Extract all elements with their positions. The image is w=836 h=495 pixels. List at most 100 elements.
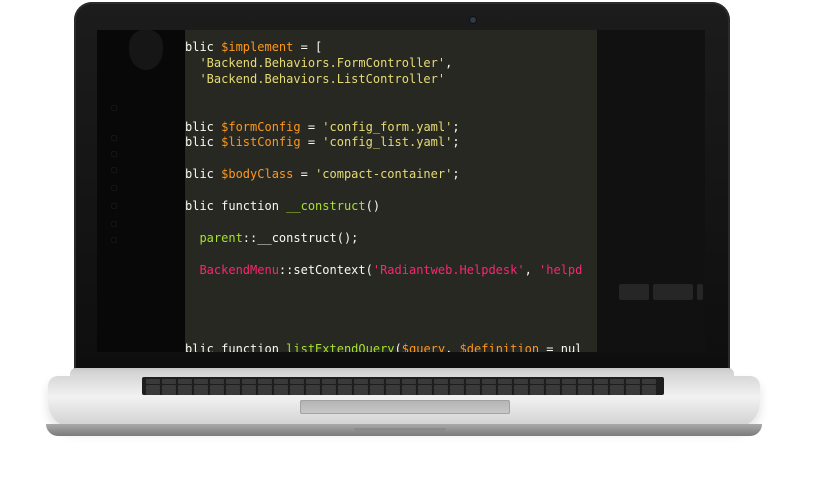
code-token: blic: [185, 167, 222, 182]
code-token: function: [221, 342, 287, 352]
code-token: blic: [185, 119, 222, 134]
code-token: $formConfig: [221, 119, 301, 134]
keyboard-key: [514, 390, 528, 395]
keyboard-key: [594, 379, 608, 384]
keyboard-key: [194, 379, 208, 384]
keyboard-key: [482, 384, 496, 390]
panel-button: [619, 284, 649, 300]
sidebar-item: ▢: [111, 236, 118, 244]
code-line: parent::__construct();: [185, 231, 358, 247]
code-token: $listConfig: [221, 135, 301, 150]
keyboard-key: [610, 379, 624, 384]
keyboard-key: [290, 384, 304, 390]
keyboard-key: [274, 379, 288, 384]
keyboard-key: [258, 379, 272, 384]
code-token: __construct: [286, 199, 366, 213]
code-token: 'config_form.yaml': [322, 119, 453, 134]
laptop: ▢ ▢ ▢ ▢ ▢ ▢ ▢ ▢ blic $implement = [ 'Bac…: [0, 0, 836, 495]
code-line: blic function __construct(): [185, 199, 380, 215]
keyboard-key: [178, 379, 192, 384]
keyboard-key: [498, 384, 512, 390]
code-token: ;: [452, 135, 460, 150]
keyboard-key: [402, 390, 416, 395]
keyboard-key: [450, 379, 464, 384]
keyboard-key: [610, 390, 624, 395]
keyboard-key: [498, 390, 512, 395]
keyboard-key: [258, 390, 272, 395]
logo-icon: [129, 30, 163, 70]
sidebar-item: ▢: [111, 150, 118, 158]
code-line: blic function listExtendQuery($query, $d…: [185, 342, 582, 352]
keyboard-key: [546, 384, 560, 390]
code-token: parent: [185, 230, 243, 245]
sidebar-item: ▢: [111, 184, 118, 192]
keyboard-key: [226, 384, 240, 390]
code-line: 'Backend.Behaviors.FormController',: [185, 56, 452, 72]
keyboard-key: [322, 390, 336, 395]
keyboard-key: [338, 390, 352, 395]
code-token: ,: [445, 342, 460, 352]
code-token: (): [365, 199, 381, 213]
keyboard-key: [626, 379, 640, 384]
keyboard-key: [434, 379, 448, 384]
code-token: blic: [185, 40, 222, 54]
faded-sidebar: ▢ ▢ ▢ ▢ ▢ ▢ ▢ ▢: [97, 30, 187, 352]
keyboard-key: [434, 384, 448, 390]
code-line: blic $listConfig = 'config_list.yaml';: [185, 135, 460, 151]
trackpad: [300, 400, 510, 414]
keyboard-key: [290, 379, 304, 384]
email-panel: [597, 30, 705, 352]
keyboard-key: [402, 384, 416, 390]
code-token: 'Backend.Behaviors.ListController': [185, 71, 446, 86]
keyboard-key: [290, 390, 304, 395]
keyboard-key: [386, 390, 400, 395]
code-token: = nul: [539, 342, 583, 352]
keyboard-key: [562, 379, 576, 384]
code-token: 'config_list.yaml': [322, 135, 453, 150]
keyboard-key: [530, 379, 544, 384]
keyboard-key: [626, 390, 640, 395]
code-token: $query: [401, 342, 446, 352]
code-token: listExtendQuery: [286, 342, 395, 352]
keyboard-key: [242, 390, 256, 395]
keyboard-key: [498, 379, 512, 384]
keyboard-key: [322, 384, 336, 390]
keyboard-key: [642, 384, 656, 390]
keyboard-key: [434, 390, 448, 395]
code-line: blic $implement = [: [185, 40, 322, 56]
keyboard-key: [514, 379, 528, 384]
keyboard-key: [482, 390, 496, 395]
keyboard-key: [338, 379, 352, 384]
keyboard-key: [546, 379, 560, 384]
code-token: function: [221, 199, 287, 213]
keyboard-key: [146, 390, 160, 395]
keyboard-key: [194, 384, 208, 390]
code-line: BackendMenu::setContext('Radiantweb.Help…: [185, 263, 582, 279]
keyboard-key: [626, 384, 640, 390]
keyboard-key: [514, 384, 528, 390]
keyboard-key: [258, 384, 272, 390]
keyboard-key: [370, 384, 384, 390]
code-line: 'Backend.Behaviors.ListController': [185, 72, 445, 88]
code-token: 'helpd: [539, 262, 583, 277]
laptop-screen: ▢ ▢ ▢ ▢ ▢ ▢ ▢ ▢ blic $implement = [ 'Bac…: [97, 30, 705, 352]
code-line: blic $formConfig = 'config_form.yaml';: [185, 120, 460, 136]
code-token: =: [300, 135, 323, 150]
keyboard-key: [274, 390, 288, 395]
keyboard-key: [642, 390, 656, 395]
keyboard-key: [578, 384, 592, 390]
sidebar-item: ▢: [111, 134, 118, 142]
keyboard-key: [210, 390, 224, 395]
keyboard-key: [338, 384, 352, 390]
code-token: 'Radiantweb.Helpdesk': [372, 262, 525, 277]
keyboard-key: [210, 379, 224, 384]
sidebar-item: ▢: [111, 104, 118, 112]
keyboard-key: [146, 384, 160, 390]
keyboard-key: [530, 390, 544, 395]
keyboard-key: [322, 379, 336, 384]
keyboard-key: [274, 384, 288, 390]
keyboard-key: [354, 384, 368, 390]
keyboard-key: [642, 379, 656, 384]
code-token: =: [293, 167, 316, 182]
panel-button: [697, 284, 703, 300]
